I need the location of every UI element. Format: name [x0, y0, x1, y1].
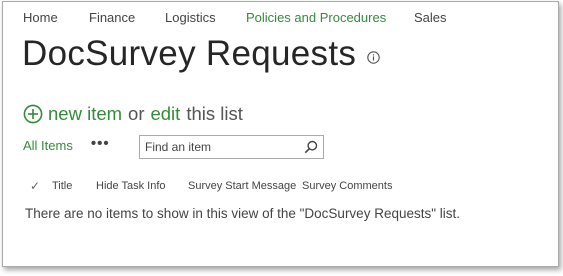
new-item-link[interactable]: new item — [48, 103, 122, 125]
view-all-items[interactable]: All Items — [23, 138, 73, 153]
top-navigation: Home Finance Logistics Policies and Proc… — [23, 10, 447, 25]
page-title: DocSurvey Requests — [22, 34, 380, 74]
magnifier-icon[interactable] — [304, 140, 318, 154]
column-header-hide-task-info[interactable]: Hide Task Info — [96, 180, 188, 192]
info-icon[interactable] — [367, 50, 380, 64]
select-all-checkmark-icon[interactable]: ✓ — [30, 179, 52, 193]
list-actions: new item or edit this list — [23, 103, 243, 125]
column-header-survey-start-message[interactable]: Survey Start Message — [188, 180, 302, 192]
page-title-text: DocSurvey Requests — [22, 34, 357, 73]
nav-link-policies-and-procedures[interactable]: Policies and Procedures — [246, 10, 414, 25]
edit-link[interactable]: edit — [150, 103, 180, 125]
nav-link-home[interactable]: Home — [23, 10, 89, 25]
or-text: or — [128, 103, 145, 124]
app-window: Home Finance Logistics Policies and Proc… — [2, 1, 559, 267]
more-options-icon[interactable]: ••• — [91, 136, 110, 151]
this-list-text: this list — [186, 103, 243, 124]
plus-circle-icon[interactable] — [23, 104, 43, 124]
nav-link-sales[interactable]: Sales — [414, 10, 447, 25]
column-headers: ✓ Title Hide Task Info Survey Start Mess… — [30, 179, 392, 193]
nav-link-logistics[interactable]: Logistics — [165, 10, 246, 25]
column-header-survey-comments[interactable]: Survey Comments — [302, 180, 392, 192]
search-input[interactable] — [140, 140, 295, 154]
search-box — [139, 135, 324, 159]
nav-link-finance[interactable]: Finance — [89, 10, 165, 25]
view-selector: All Items ••• — [23, 136, 110, 153]
empty-list-message: There are no items to show in this view … — [25, 206, 461, 221]
column-header-title[interactable]: Title — [52, 180, 96, 192]
